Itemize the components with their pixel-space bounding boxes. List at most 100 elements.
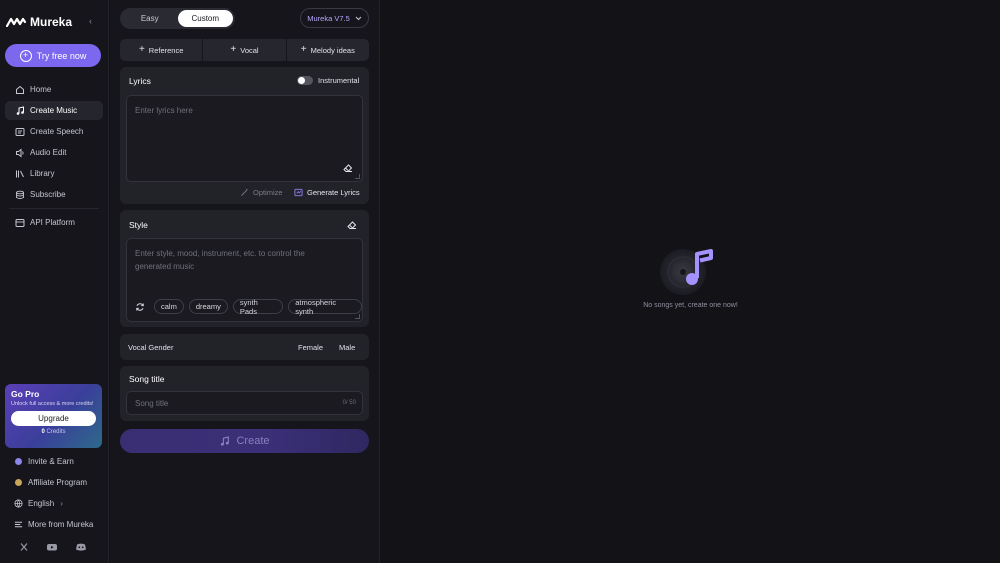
vocal-gender-female-option[interactable]: Female xyxy=(298,343,323,352)
youtube-icon[interactable] xyxy=(46,542,58,552)
mode-toggle: Easy Custom xyxy=(120,8,235,29)
sidebar-nav: Home Create Music Create Speech Audio Ed… xyxy=(5,80,103,234)
model-select[interactable]: Mureka V7.5 xyxy=(300,8,369,28)
create-button[interactable]: Create xyxy=(120,429,369,453)
api-icon xyxy=(14,217,26,229)
credits-value: 0 xyxy=(41,429,45,435)
mode-easy-tab[interactable]: Easy xyxy=(122,10,178,27)
lyrics-placeholder: Enter lyrics here xyxy=(135,106,193,115)
invite-earn-label: Invite & Earn xyxy=(28,457,74,466)
go-pro-subtitle: Unlock full access & more credits! xyxy=(11,401,94,407)
clear-eraser-icon[interactable] xyxy=(343,163,353,173)
style-input[interactable]: Enter style, mood, instrument, etc. to c… xyxy=(126,238,363,322)
song-title-placeholder: Song title xyxy=(135,399,169,408)
affiliate-icon xyxy=(13,478,23,488)
sidebar-item-library[interactable]: Library xyxy=(5,164,103,183)
try-free-label: Try free now xyxy=(36,50,87,61)
optimize-button[interactable]: Optimize xyxy=(240,188,283,197)
mode-custom-tab[interactable]: Custom xyxy=(177,10,233,27)
collapse-sidebar-icon[interactable]: ‹ xyxy=(89,16,92,26)
nav-divider xyxy=(9,208,99,209)
chevron-down-icon xyxy=(355,16,362,21)
social-links xyxy=(19,542,87,552)
style-title: Style xyxy=(129,220,148,230)
refresh-suggestions-icon[interactable] xyxy=(135,302,145,312)
add-melody-ideas-button[interactable]: + Melody ideas xyxy=(286,39,369,61)
resize-handle[interactable] xyxy=(355,174,360,179)
model-value: Mureka V7.5 xyxy=(307,13,350,23)
add-reference-button[interactable]: + Reference xyxy=(120,39,203,61)
more-from-mureka-label: More from Mureka xyxy=(28,520,94,529)
style-card: Style Enter style, mood, instrument, etc… xyxy=(120,210,369,327)
generate-lyrics-button[interactable]: Generate Lyrics xyxy=(294,188,360,197)
style-placeholder-line-1: Enter style, mood, instrument, etc. to c… xyxy=(135,249,305,258)
sidebar-item-audio-edit[interactable]: Audio Edit xyxy=(5,143,103,162)
more-from-mureka-link[interactable]: More from Mureka xyxy=(5,514,103,535)
style-chips-row: calm dreamy synth Pads atmospheric synth xyxy=(135,298,362,316)
brand[interactable]: Mureka ‹ xyxy=(6,12,106,32)
add-vocal-button[interactable]: + Vocal xyxy=(203,39,286,61)
language-label: English xyxy=(28,499,55,508)
plus-circle-icon: + xyxy=(19,49,32,62)
clear-eraser-icon[interactable] xyxy=(347,220,357,230)
invite-earn-link[interactable]: Invite & Earn xyxy=(5,451,103,472)
add-options-bar: + Reference + Vocal + Melody ideas xyxy=(120,39,369,61)
toggle-knob xyxy=(298,77,305,84)
sidebar-item-api-platform[interactable]: API Platform xyxy=(5,213,103,232)
resize-handle[interactable] xyxy=(355,314,360,319)
sidebar-item-label: Create Music xyxy=(30,106,78,115)
song-title-counter: 0/ 50 xyxy=(342,400,356,406)
plus-icon: + xyxy=(138,44,145,55)
lyrics-title: Lyrics xyxy=(129,76,151,86)
instrumental-label: Instrumental xyxy=(318,76,360,85)
menu-icon xyxy=(13,520,23,530)
vocal-gender-label: Vocal Gender xyxy=(128,343,174,352)
x-icon[interactable] xyxy=(19,542,29,552)
globe-icon xyxy=(13,499,23,509)
style-chip-atmospheric-synth[interactable]: atmospheric synth xyxy=(288,298,362,316)
style-placeholder: Enter style, mood, instrument, etc. to c… xyxy=(135,247,305,273)
song-title-heading: Song title xyxy=(129,374,165,384)
song-title-input[interactable]: Song title 0/ 50 xyxy=(126,391,363,415)
language-selector[interactable]: English › xyxy=(5,493,103,514)
sidebar-item-label: API Platform xyxy=(30,218,75,227)
vinyl-music-icon xyxy=(659,248,717,296)
affiliate-program-link[interactable]: Affiliate Program xyxy=(5,472,103,493)
sidebar-item-home[interactable]: Home xyxy=(5,80,103,99)
library-icon xyxy=(14,168,26,180)
lyrics-input[interactable]: Enter lyrics here xyxy=(126,95,363,182)
instrumental-toggle[interactable] xyxy=(297,76,313,85)
sidebar-item-label: Audio Edit xyxy=(30,148,67,157)
upgrade-button[interactable]: Upgrade xyxy=(11,411,96,426)
sidebar-item-create-music[interactable]: Create Music xyxy=(5,101,103,120)
music-note-icon xyxy=(219,435,230,447)
brand-name: Mureka xyxy=(30,15,73,29)
mureka-logo-icon xyxy=(6,17,26,27)
discord-icon[interactable] xyxy=(75,542,87,552)
sidebar-item-label: Create Speech xyxy=(30,127,84,136)
sidebar-item-label: Home xyxy=(30,85,52,94)
style-chip-synth-pads[interactable]: synth Pads xyxy=(232,298,284,316)
music-note-icon xyxy=(14,105,26,117)
style-placeholder-line-2: generated music xyxy=(135,262,195,271)
style-chip-dreamy[interactable]: dreamy xyxy=(188,299,228,314)
add-reference-label: Reference xyxy=(148,45,184,55)
invite-icon xyxy=(13,457,23,467)
plus-icon: + xyxy=(300,44,307,55)
add-vocal-label: Vocal xyxy=(240,45,259,55)
sidebar-item-create-speech[interactable]: Create Speech xyxy=(5,122,103,141)
sidebar: Mureka ‹ + Try free now Home Create Musi… xyxy=(0,0,109,563)
create-panel: Easy Custom Mureka V7.5 + Reference + Vo… xyxy=(110,0,380,563)
vocal-gender-male-option[interactable]: Male xyxy=(339,343,355,352)
sidebar-item-label: Library xyxy=(30,169,55,178)
sidebar-item-subscribe[interactable]: Subscribe xyxy=(5,185,103,204)
generate-lyrics-label: Generate Lyrics xyxy=(307,188,360,197)
optimize-label: Optimize xyxy=(253,188,283,197)
audio-edit-icon xyxy=(14,147,26,159)
chevron-right-icon: › xyxy=(60,499,63,508)
affiliate-program-label: Affiliate Program xyxy=(28,478,87,487)
style-chip-calm[interactable]: calm xyxy=(154,299,184,314)
empty-state-text: No songs yet, create one now! xyxy=(643,302,738,309)
generate-lyrics-icon xyxy=(294,188,303,197)
try-free-button[interactable]: + Try free now xyxy=(5,44,101,67)
